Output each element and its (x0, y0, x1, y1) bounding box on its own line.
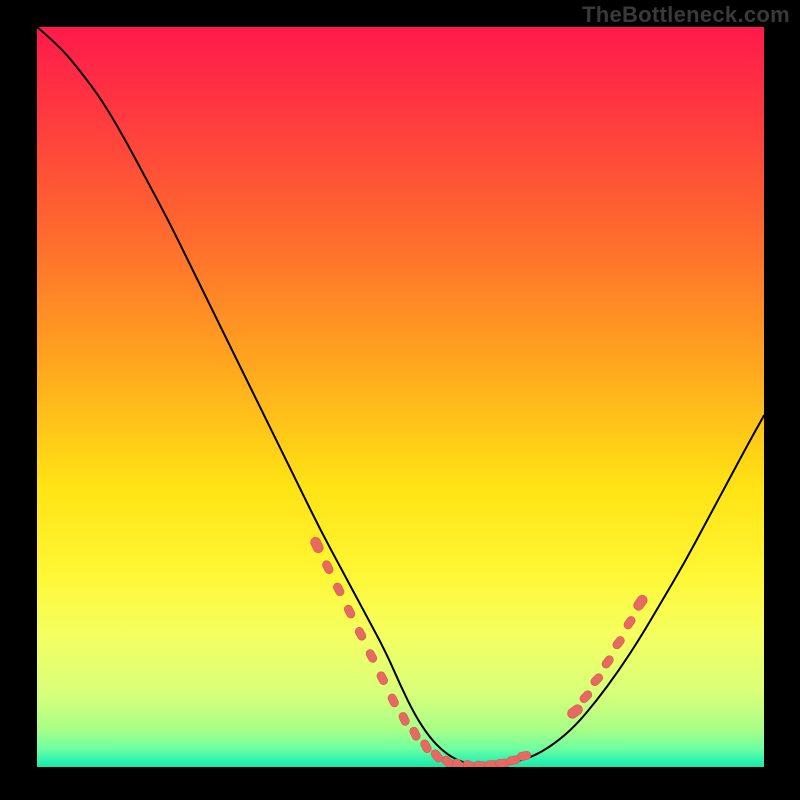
watermark-text: TheBottleneck.com (582, 2, 790, 28)
chart-frame: TheBottleneck.com (0, 0, 800, 800)
gradient-background (37, 27, 764, 767)
bottleneck-curve-chart (0, 0, 800, 800)
